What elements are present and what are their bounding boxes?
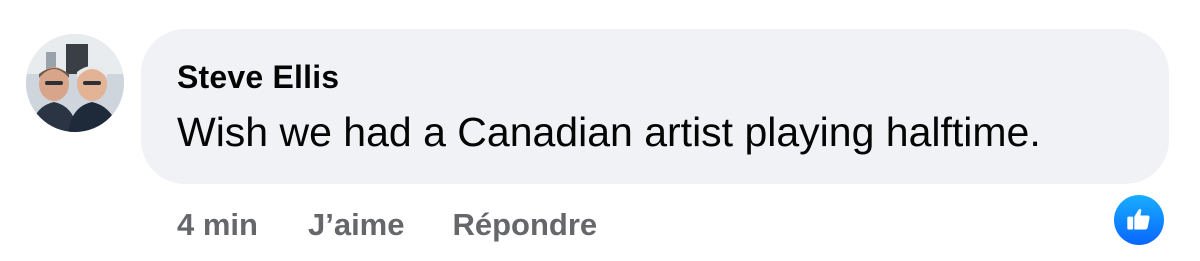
avatar-photo (26, 34, 124, 132)
comment-author[interactable]: Steve Ellis (177, 59, 339, 96)
reaction-badge[interactable] (1112, 193, 1166, 247)
comment-text: Wish we had a Canadian artist playing ha… (177, 109, 1041, 155)
like-button[interactable]: J’aime (308, 207, 405, 243)
avatar[interactable] (26, 34, 124, 132)
comment: Steve Ellis Wish we had a Canadian artis… (0, 0, 1200, 261)
comment-actions: 4 min J’aime Répondre (177, 205, 645, 245)
reply-button[interactable]: Répondre (452, 207, 597, 243)
comment-bubble: Steve Ellis Wish we had a Canadian artis… (141, 29, 1169, 184)
thumbs-up-icon (1114, 195, 1164, 245)
comment-timestamp[interactable]: 4 min (177, 207, 258, 243)
